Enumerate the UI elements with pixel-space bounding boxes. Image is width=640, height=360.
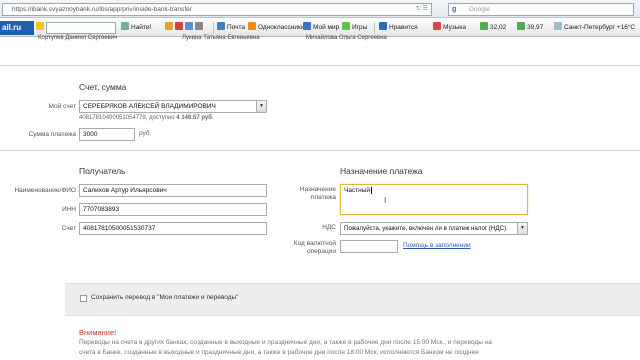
recipient-account-label: Счет [61,225,76,232]
divider [0,150,640,151]
transfer-page: Кортупев Даниил Сергеевич Лукина Татьяна… [0,35,640,360]
purpose-label: Назначение платежа [270,186,336,202]
currency-op-code-label: Код валютной операции [270,240,336,256]
toolbar-search-input[interactable] [46,22,116,34]
my-account-label: Мой счет [48,103,76,110]
text-cursor-icon: I [384,196,387,205]
inn-label: ИНН [61,206,76,213]
vat-select[interactable]: Пожалуйста, укажите, включен ли в платеж… [340,222,528,235]
save-transfer-checkbox[interactable] [80,295,87,302]
account-hint: 40817810400051054779, доступно 4 146.57 … [79,115,214,121]
browser-address-bar: https://ibank.svyaznoybank.ru/ibs/app/pr… [0,0,640,18]
eur-value: 39,97 [527,24,544,31]
weather-widget[interactable]: Санкт-Петербург +16°С [554,22,635,34]
recipient-section-title: Получатель [79,166,126,176]
mail-link[interactable]: Почта [217,22,245,34]
people-icon [303,22,311,30]
divider [0,65,640,66]
amount-label: Сумма платежа [28,131,76,138]
games-link[interactable]: Игры [342,22,367,34]
dollar-icon [480,22,488,30]
refresh-icon[interactable]: ↻ ☰ [416,4,428,15]
code-label-line1: Код валютной [293,240,336,247]
code-label-line2: операции [307,248,336,255]
recipient-name-input[interactable]: Салихов Артур Ильярсович [79,184,267,197]
currency-op-code-input[interactable] [340,240,398,253]
amount-input[interactable]: 3000 [79,128,135,141]
currency-label: руб. [139,130,152,137]
mail-label: Почта [227,24,246,31]
chevron-down-icon: ▼ [256,101,266,112]
inn-input[interactable]: 7707083893 [79,203,267,216]
purpose-value: Частный [344,187,371,194]
find-label: Найти! [131,24,152,31]
music-icon [433,22,441,30]
warning-line-1: Переводы на счета в других банках, созда… [79,339,492,346]
purpose-section-title: Назначение платежа [340,166,423,176]
like-link[interactable]: Нравится [379,22,418,34]
prev-recipient-2[interactable]: Лукина Татьяна Евгеньевна [182,35,260,41]
music-link[interactable]: Музыка [433,22,466,34]
vat-label: НДС [322,224,336,231]
prev-recipient-1[interactable]: Кортупев Даниил Сергеевич [38,35,117,41]
recipient-name-label: Наименование/ФИО [14,187,76,194]
gamepad-icon [342,22,350,30]
url-field[interactable]: https://ibank.svyaznoybank.ru/ibs/app/pr… [2,3,432,16]
odnoklassniki-link[interactable]: Одноклассники [248,22,304,34]
help-link[interactable]: Помощь в заполнении [403,242,471,249]
logo-main: ail [2,23,11,32]
account-balance: 4 146.57 руб. [176,115,214,121]
recipient-account-input[interactable]: 40817810500051530737 [79,222,267,235]
games-label: Игры [352,24,368,31]
my-account-select[interactable]: СЕРЕБРЯКОВ АЛЕКСЕЙ ВЛАДИМИРОВИЧ ▼ [79,100,267,113]
chevron-down-icon: ▼ [517,223,527,234]
envelope-icon [217,22,225,30]
like-icon [379,22,387,30]
prev-recipient-3[interactable]: Михайлова Ольга Сергеевна [306,35,387,41]
save-transfer-label[interactable]: Сохранить перевод в "Мои платежи и перев… [91,294,238,301]
purpose-label-line1: Назначение [299,186,336,193]
usd-value: 32,02 [490,24,507,31]
ok-label: Одноклассники [258,24,305,31]
warning-line-2: счета в Банке, созданные в выходные и пр… [79,349,479,356]
warning-title: Внимание! [79,328,117,337]
ok-icon [248,22,256,30]
myworld-label: Мой мир [313,24,340,31]
logo-suffix: .ru [10,23,22,32]
find-button[interactable]: Найти! [121,22,151,34]
mailru-logo[interactable]: ail.ru [0,21,34,35]
account-hint-text: 40817810400051054779, доступно [79,115,175,121]
like-label: Нравится [389,24,418,31]
vat-value: Пожалуйста, укажите, включен ли в платеж… [344,225,507,232]
euro-icon [517,22,525,30]
my-account-value: СЕРЕБРЯКОВ АЛЕКСЕЙ ВЛАДИМИРОВИЧ [83,103,216,110]
url-text: https://ibank.svyaznoybank.ru/ibs/app/pr… [12,6,192,13]
search-engine-field[interactable]: g Google [448,3,634,16]
myworld-link[interactable]: Мой мир [303,22,339,34]
eur-rate[interactable]: 39,97 [517,22,543,34]
music-label: Музыка [443,24,466,31]
google-icon: g [452,6,457,13]
weather-value: Санкт-Петербург +16°С [564,24,636,31]
account-section-title: Счет, сумма [79,82,127,92]
purpose-label-line2: платежа [310,194,336,201]
toolbar-tools-icons[interactable] [165,22,205,34]
usd-rate[interactable]: 32,02 [480,22,506,34]
search-placeholder: Google [469,6,490,13]
cloud-icon [554,22,562,30]
purpose-textarea[interactable]: Частный [340,184,528,215]
